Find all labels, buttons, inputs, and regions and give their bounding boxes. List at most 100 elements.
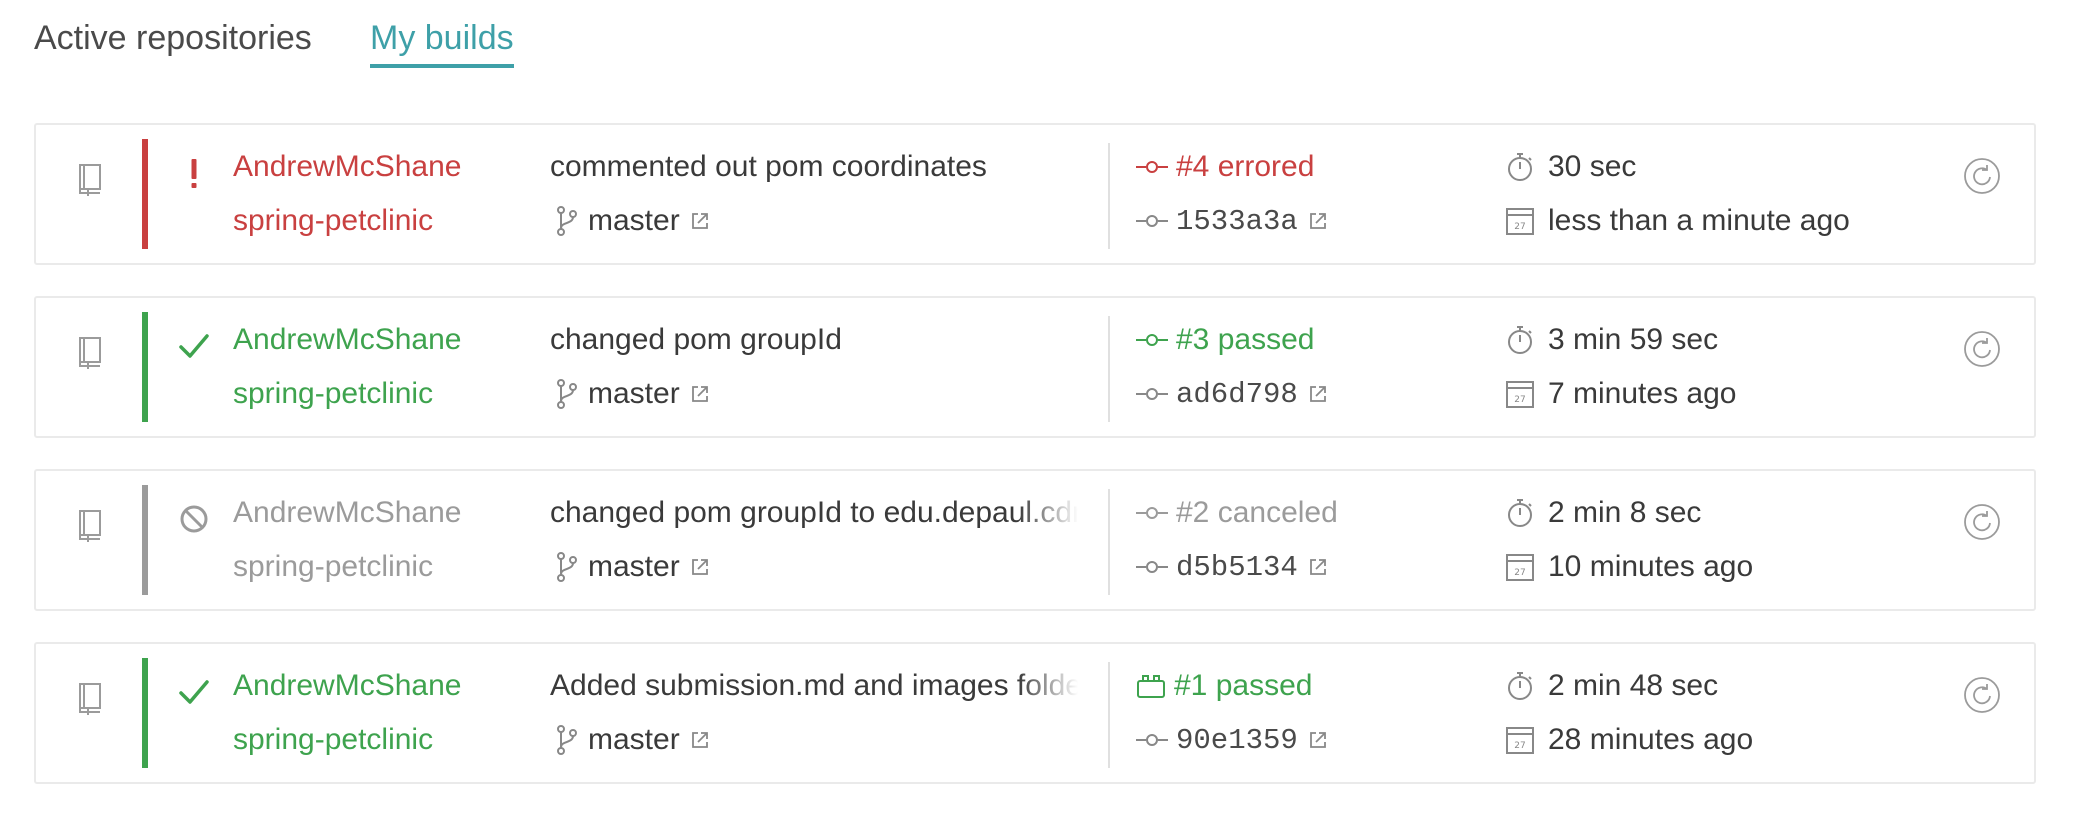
external-link-icon[interactable] — [1308, 557, 1328, 577]
commit-sha: ad6d798 — [1176, 377, 1298, 411]
finished-text: 28 minutes ago — [1548, 723, 1754, 756]
external-link-icon[interactable] — [690, 557, 710, 577]
column-divider — [1108, 489, 1110, 595]
column-divider — [1108, 316, 1110, 422]
restart-build-icon[interactable] — [1963, 157, 2001, 195]
stopwatch-icon — [1508, 326, 1532, 354]
tab-my-builds[interactable]: My builds — [370, 14, 514, 68]
build-finished: 27 less than a minute ago — [1504, 201, 1850, 241]
branch-name: master — [588, 723, 680, 756]
external-link-icon[interactable] — [1308, 730, 1328, 750]
commit-icon — [1136, 561, 1168, 573]
build-state-label: #1 passed — [1174, 669, 1313, 702]
commit-sha: d5b5134 — [1176, 550, 1298, 584]
build-row[interactable]: AndrewMcShane spring-petclinic changed p… — [34, 296, 2036, 438]
duration-text: 30 sec — [1548, 150, 1637, 183]
build-duration: 2 min 48 sec — [1504, 666, 1718, 706]
branch-name: master — [588, 377, 680, 410]
repo-owner-link[interactable]: AndrewMcShane — [233, 666, 461, 706]
svg-text:27: 27 — [1514, 741, 1525, 751]
calendar-icon: 27 — [1506, 381, 1534, 408]
commit-message: Added submission.md and images folder — [550, 666, 1078, 706]
build-row[interactable]: AndrewMcShane spring-petclinic commented… — [34, 123, 2036, 265]
build-duration: 30 sec — [1504, 147, 1636, 187]
restart-build-icon[interactable] — [1963, 330, 2001, 368]
branch-link[interactable]: master — [554, 372, 710, 416]
status-bar — [142, 312, 148, 422]
branch-icon — [557, 552, 577, 582]
commit-icon — [1136, 507, 1168, 519]
stopwatch-icon — [1508, 499, 1532, 527]
repo-name-link[interactable]: spring-petclinic — [233, 201, 433, 241]
commit-icon — [1136, 161, 1168, 173]
build-duration: 3 min 59 sec — [1504, 320, 1718, 360]
build-finished: 27 7 minutes ago — [1504, 374, 1736, 414]
restart-build-icon[interactable] — [1963, 676, 2001, 714]
calendar-icon: 27 — [1506, 208, 1534, 235]
build-finished: 27 28 minutes ago — [1504, 720, 1753, 760]
build-number-link[interactable]: #1 passed — [1136, 666, 1312, 706]
commit-icon — [1136, 734, 1168, 746]
external-link-icon[interactable] — [690, 730, 710, 750]
column-divider — [1108, 662, 1110, 768]
commit-icon — [1136, 388, 1168, 400]
check-icon — [179, 334, 209, 358]
branch-link[interactable]: master — [554, 545, 710, 589]
external-link-icon[interactable] — [1308, 211, 1328, 231]
repo-icon — [79, 683, 101, 715]
branch-icon — [557, 206, 577, 236]
status-bar — [142, 139, 148, 249]
check-icon — [179, 680, 209, 704]
repo-owner-link[interactable]: AndrewMcShane — [233, 493, 461, 533]
stopwatch-icon — [1508, 153, 1532, 181]
status-bar — [142, 485, 148, 595]
repo-icon — [79, 337, 101, 369]
build-finished: 27 10 minutes ago — [1504, 547, 1753, 587]
commit-sha-link[interactable]: ad6d798 — [1136, 374, 1328, 414]
repo-name-link[interactable]: spring-petclinic — [233, 547, 433, 587]
commit-sha-link[interactable]: d5b5134 — [1136, 547, 1328, 587]
finished-text: less than a minute ago — [1548, 204, 1850, 237]
commit-message: changed pom groupId — [550, 323, 842, 356]
build-state-label: #2 canceled — [1176, 496, 1338, 529]
commit-sha-link[interactable]: 90e1359 — [1136, 720, 1328, 760]
cancel-icon — [180, 505, 208, 533]
commit-icon — [1136, 215, 1168, 227]
branch-link[interactable]: master — [554, 718, 710, 762]
calendar-icon: 27 — [1506, 554, 1534, 581]
commit-sha-link[interactable]: 1533a3a — [1136, 201, 1328, 241]
restart-build-icon[interactable] — [1963, 503, 2001, 541]
build-row[interactable]: AndrewMcShane spring-petclinic Added sub… — [34, 642, 2036, 784]
branch-icon — [557, 379, 577, 409]
build-duration: 2 min 8 sec — [1504, 493, 1701, 533]
build-number-link[interactable]: #2 canceled — [1136, 493, 1338, 533]
repo-name-link[interactable]: spring-petclinic — [233, 720, 433, 760]
repo-owner-link[interactable]: AndrewMcShane — [233, 320, 461, 360]
external-link-icon[interactable] — [690, 384, 710, 404]
external-link-icon[interactable] — [1308, 384, 1328, 404]
build-row[interactable]: AndrewMcShane spring-petclinic changed p… — [34, 469, 2036, 611]
svg-text:27: 27 — [1514, 222, 1525, 232]
status-bar — [142, 658, 148, 768]
repo-icon — [79, 510, 101, 542]
branch-name: master — [588, 550, 680, 583]
tab-active-repositories[interactable]: Active repositories — [34, 14, 312, 62]
svg-text:27: 27 — [1514, 395, 1525, 405]
svg-text:27: 27 — [1514, 568, 1525, 578]
branch-link[interactable]: master — [554, 199, 710, 243]
commit-icon — [1136, 334, 1168, 346]
build-number-link[interactable]: #4 errored — [1136, 147, 1314, 187]
external-link-icon[interactable] — [690, 211, 710, 231]
branch-icon — [557, 725, 577, 755]
commit-sha: 1533a3a — [1176, 204, 1298, 238]
column-divider — [1108, 143, 1110, 249]
finished-text: 7 minutes ago — [1548, 377, 1737, 410]
repo-icon — [79, 164, 101, 196]
duration-text: 2 min 48 sec — [1548, 669, 1719, 702]
build-number-link[interactable]: #3 passed — [1136, 320, 1314, 360]
repo-name-link[interactable]: spring-petclinic — [233, 374, 433, 414]
build-state-label: #4 errored — [1176, 150, 1315, 183]
duration-text: 2 min 8 sec — [1548, 496, 1702, 529]
repo-owner-link[interactable]: AndrewMcShane — [233, 147, 461, 187]
calendar-icon: 27 — [1506, 727, 1534, 754]
